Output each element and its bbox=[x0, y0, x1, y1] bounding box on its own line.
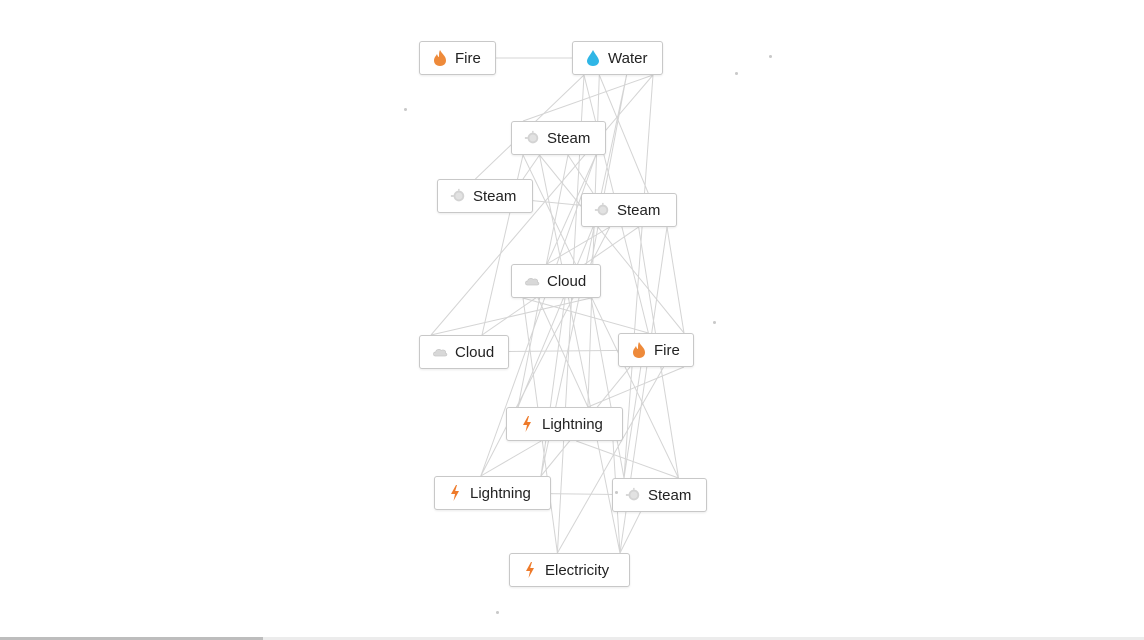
element-node-cloud-1[interactable]: Cloud bbox=[511, 264, 601, 298]
element-node-fire-2[interactable]: Fire bbox=[618, 333, 694, 367]
element-label: Lightning bbox=[470, 484, 531, 502]
fire-icon bbox=[631, 341, 647, 359]
element-label: Electricity bbox=[545, 561, 610, 579]
element-node-fire-1[interactable]: Fire bbox=[419, 41, 496, 75]
element-node-lightning-1[interactable]: Lightning bbox=[506, 407, 623, 441]
lightning-icon bbox=[447, 484, 463, 502]
particle-dot bbox=[735, 72, 738, 75]
element-label: Fire bbox=[455, 49, 481, 67]
element-label: Steam bbox=[648, 486, 692, 504]
element-label: Water bbox=[608, 49, 648, 67]
element-node-steam-4[interactable]: Steam bbox=[612, 478, 707, 512]
connection-line bbox=[430, 297, 592, 336]
steam-icon bbox=[524, 129, 540, 147]
connection-line bbox=[517, 226, 594, 408]
element-node-steam-1[interactable]: Steam bbox=[511, 121, 606, 155]
element-label: Steam bbox=[473, 187, 517, 205]
connection-line bbox=[556, 366, 665, 554]
particle-dot bbox=[769, 55, 772, 58]
element-label: Lightning bbox=[542, 415, 603, 433]
cloud-icon bbox=[524, 272, 540, 290]
lightning-icon bbox=[519, 415, 535, 433]
water-drop-icon bbox=[585, 49, 601, 67]
lightning-icon bbox=[522, 561, 538, 579]
cloud-icon bbox=[432, 343, 448, 361]
steam-icon bbox=[450, 187, 466, 205]
particle-dot bbox=[496, 611, 499, 614]
crafting-canvas[interactable]: Fire Water Steam Steam Steam Cloud Cloud Fire Li… bbox=[0, 0, 1144, 640]
element-node-water-1[interactable]: Water bbox=[572, 41, 663, 75]
particle-dot bbox=[404, 108, 407, 111]
element-label: Cloud bbox=[455, 343, 495, 361]
connection-line bbox=[522, 154, 540, 180]
connection-line bbox=[666, 226, 685, 334]
steam-icon bbox=[594, 201, 610, 219]
particle-dot bbox=[713, 321, 716, 324]
element-label: Cloud bbox=[547, 272, 587, 290]
element-node-electricity-1[interactable]: Electricity bbox=[509, 553, 630, 587]
connection-line bbox=[522, 297, 649, 334]
connection-line bbox=[540, 297, 566, 477]
element-label: Fire bbox=[654, 341, 680, 359]
fire-icon bbox=[432, 49, 448, 67]
element-node-cloud-2[interactable]: Cloud bbox=[419, 335, 509, 369]
particle-dot bbox=[615, 491, 618, 494]
steam-icon bbox=[625, 486, 641, 504]
connection-lines bbox=[430, 57, 685, 554]
element-label: Steam bbox=[547, 129, 591, 147]
element-label: Steam bbox=[617, 201, 661, 219]
element-node-steam-3[interactable]: Steam bbox=[581, 193, 677, 227]
connection-line bbox=[539, 154, 685, 334]
element-node-lightning-2[interactable]: Lightning bbox=[434, 476, 551, 510]
element-node-steam-2[interactable]: Steam bbox=[437, 179, 533, 213]
